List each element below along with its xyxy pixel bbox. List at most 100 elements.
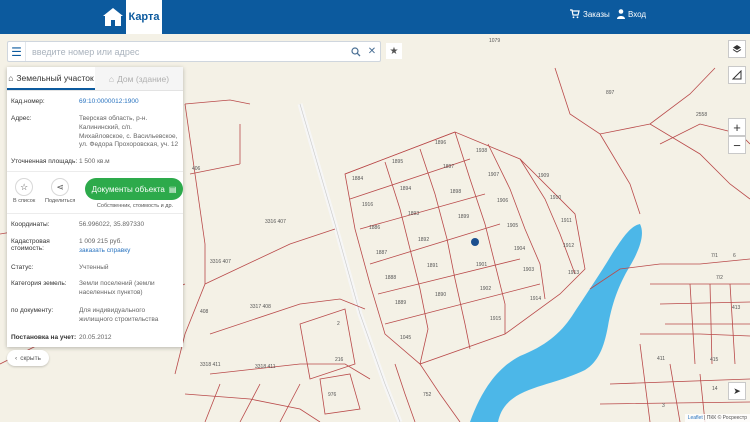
category-value: Земли поселений (земли населенных пункто… <box>79 280 155 296</box>
favorites-star-icon[interactable]: ★ <box>386 43 402 59</box>
share-icon: ⋖ <box>51 178 70 196</box>
parcel-number-label: 1913 <box>568 270 579 276</box>
panel-tabs: ⌂ Земельный участок ⌂ Дом (здание) <box>7 67 183 91</box>
docs-subtitle: Собственник, стоимость и др. <box>96 203 174 209</box>
leaflet-link[interactable]: Leaflet <box>688 415 703 421</box>
parcel-number-label: 1887 <box>376 250 387 256</box>
selected-parcel-marker[interactable] <box>471 238 479 246</box>
hide-label: скрыть <box>20 354 41 362</box>
parcel-number-label: 1889 <box>395 300 406 306</box>
house-icon: ⌂ <box>108 73 115 84</box>
parcel-number-label: 1884 <box>352 176 363 182</box>
parcel-number-label: 14 <box>712 386 718 392</box>
login-label: Вход <box>628 9 647 19</box>
parcel-number-label: 1892 <box>418 237 429 243</box>
tab-land-plot[interactable]: ⌂ Земельный участок <box>7 67 95 90</box>
parcel-number-label: 1909 <box>538 173 549 179</box>
menu-icon[interactable]: ☰ <box>8 42 26 61</box>
locate-icon[interactable]: ➤ <box>728 382 746 400</box>
parcel-number-label: 1896 <box>435 140 446 146</box>
parcel-number-label: 1912 <box>563 243 574 249</box>
tab-map[interactable]: Карта <box>126 0 162 34</box>
parcel-number-label: 6 <box>733 253 736 259</box>
tab-house-label: Дом (здание) <box>117 73 170 84</box>
parcel-number-label: 976 <box>328 392 337 398</box>
hide-panel-button[interactable]: ‹ скрыть <box>7 350 49 366</box>
cad-number-row: Кад.номер: 69:10:0000012:1900 <box>11 98 179 107</box>
orders-link[interactable]: Заказы <box>570 9 610 19</box>
top-navigation-bar: Карта Заказы Вход <box>0 0 750 34</box>
layers-icon[interactable] <box>728 40 746 58</box>
category-row: Категория земель: Земли поселений (земли… <box>11 280 179 298</box>
save-to-list-label: В список <box>13 198 36 204</box>
parcel-number-label: 1045 <box>400 335 411 341</box>
parcel-number-label: 413 <box>732 305 741 311</box>
parcel-number-label: 1911 <box>561 218 572 224</box>
save-to-list-button[interactable]: ☆ В список <box>13 178 35 204</box>
divider <box>7 213 183 214</box>
share-button[interactable]: ⋖ Поделиться <box>45 178 75 204</box>
parcel-number-label: 411 <box>657 356 665 362</box>
parcel-number-label: 1906 <box>497 198 508 204</box>
cad-number-value[interactable]: 69:10:0000012:1900 <box>79 98 179 107</box>
parcel-number-label: 216 <box>335 357 344 363</box>
area-label: Уточненная площадь: <box>11 158 78 165</box>
address-label: Адрес: <box>11 115 32 122</box>
parcel-number-label: 1897 <box>443 164 454 170</box>
star-icon: ☆ <box>15 178 34 196</box>
address-value: Тверская область, р-н. Калининский, с/п.… <box>79 115 179 149</box>
parcel-number-label: 406 <box>192 166 201 172</box>
registered-label: Постановка на учет: <box>11 334 77 341</box>
chevron-left-icon: ‹ <box>15 354 18 362</box>
order-certificate-link[interactable]: заказать справку <box>79 247 130 254</box>
parcel-number-label: 1902 <box>480 286 491 292</box>
search-bar: ☰ ✕ <box>7 41 381 62</box>
parcel-numbers: 1079 897 2558 406 1896 1938 1895 1897 1884 1907 19… <box>192 38 741 409</box>
parcel-number-label: 2558 <box>696 112 707 118</box>
parcel-number-label: 1916 <box>362 202 373 208</box>
status-row: Статус: Учтенный <box>11 264 179 273</box>
parcel-number-label: 1899 <box>458 214 469 220</box>
share-label: Поделиться <box>45 198 76 204</box>
parcel-number-label: 1888 <box>385 275 396 281</box>
registered-row: Постановка на учет: 20.05.2012 <box>11 334 179 343</box>
cost-value: 1 009 215 руб. <box>79 238 123 245</box>
user-icon <box>617 9 625 19</box>
parcel-number-label: 1893 <box>408 211 419 217</box>
permitted-use-row: по документу: Для индивидуального жилищн… <box>11 307 179 325</box>
coords-row: Координаты: 56.996022, 35.897330 <box>11 221 179 230</box>
cost-row: Кадастровая стоимость: 1 009 215 руб. за… <box>11 238 179 256</box>
parcel-number-label: 1903 <box>523 267 534 273</box>
zoom-in-button[interactable]: + <box>728 118 746 136</box>
parcel-number-label: 408 <box>200 309 209 315</box>
parcel-number-label: 1895 <box>392 159 403 165</box>
parcel-number-label: 1907 <box>488 172 499 178</box>
parcel-number-label: 3316 407 <box>265 219 286 225</box>
parcel-number-label: 1905 <box>507 223 518 229</box>
clear-icon[interactable]: ✕ <box>364 42 380 61</box>
tab-house[interactable]: ⌂ Дом (здание) <box>95 67 183 90</box>
parcel-number-label: 1901 <box>476 262 487 268</box>
river <box>470 224 642 422</box>
search-input[interactable] <box>26 46 348 57</box>
parcel-number-label: 1904 <box>514 246 525 252</box>
status-label: Статус: <box>11 264 34 271</box>
cost-label: Кадастровая стоимость: <box>11 238 50 252</box>
object-documents-button[interactable]: Документы объекта ▤ <box>85 178 183 200</box>
land-plot-icon: ⌂ <box>8 72 14 83</box>
ruler-icon[interactable] <box>728 66 746 84</box>
search-icon[interactable] <box>348 42 364 61</box>
parcel-number-label: 1894 <box>400 186 411 192</box>
zoom-out-button[interactable]: − <box>728 136 746 154</box>
home-icon[interactable] <box>100 4 126 30</box>
parcel-number-label: 752 <box>423 392 432 398</box>
status-value: Учтенный <box>79 264 109 271</box>
parcel-number-label: 1898 <box>450 189 461 195</box>
login-link[interactable]: Вход <box>617 9 646 19</box>
cart-icon <box>570 9 580 19</box>
parcel-number-label: 897 <box>606 90 615 96</box>
docs-label: Документы объекта <box>91 184 165 194</box>
orders-label: Заказы <box>583 9 610 19</box>
area-value: 1 500 кв.м <box>79 158 110 165</box>
parcel-number-label: 7/1 <box>711 253 718 259</box>
